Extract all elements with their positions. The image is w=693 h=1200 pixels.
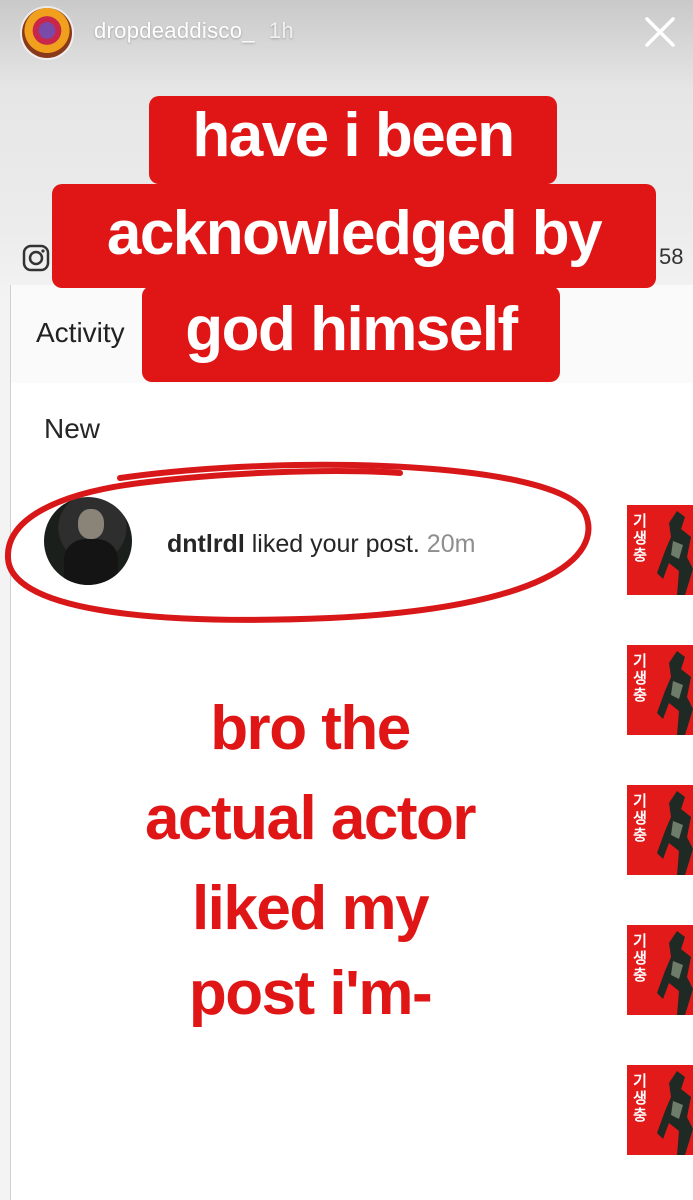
thumbnail-title: 기생충 [633, 793, 647, 844]
post-thumbnail[interactable]: 기생충 [627, 785, 693, 875]
thumbnail-figure [657, 511, 693, 595]
post-thumbnail[interactable]: 기생충 [627, 505, 693, 595]
caption-line-2: actual actor [144, 784, 477, 853]
sticker-line-1: have i been [149, 96, 557, 184]
thumbnail-figure [657, 931, 693, 1015]
close-icon [645, 17, 675, 47]
story-author[interactable]: dropdeaddisco_ 1h [94, 18, 294, 44]
thumbnail-figure [657, 1071, 693, 1155]
story-author-avatar[interactable] [22, 8, 72, 58]
highlight-circle [4, 461, 592, 623]
story-timestamp: 1h [268, 18, 294, 43]
post-thumbnail[interactable]: 기생충 [627, 645, 693, 735]
instagram-icon [22, 244, 50, 272]
caption-line-1: bro the [210, 694, 411, 763]
caption-line-4: post i'm- [188, 959, 433, 1028]
thumbnail-title: 기생충 [633, 513, 647, 564]
section-heading-new: New [44, 413, 101, 444]
post-thumbnail[interactable]: 기생충 [627, 1065, 693, 1155]
close-button[interactable] [640, 12, 680, 52]
thumbnail-title: 기생충 [633, 1073, 647, 1124]
thumbnail-title: 기생충 [633, 933, 647, 984]
story-username[interactable]: dropdeaddisco_ [94, 18, 255, 43]
activity-title: Activity [36, 317, 125, 348]
post-thumbnail[interactable]: 기생충 [627, 925, 693, 1015]
sticker-line-2: acknowledged by [52, 184, 656, 288]
caption-line-3: liked my [191, 874, 430, 943]
thumbnail-title: 기생충 [633, 653, 647, 704]
status-count: 58 [659, 244, 684, 269]
story-viewer: dropdeaddisco_ 1h 58 Activity New dntlrdl… [0, 0, 693, 1200]
thumbnail-figure [657, 651, 693, 735]
sticker-line-3: god himself [142, 286, 560, 382]
thumbnail-figure [657, 791, 693, 875]
